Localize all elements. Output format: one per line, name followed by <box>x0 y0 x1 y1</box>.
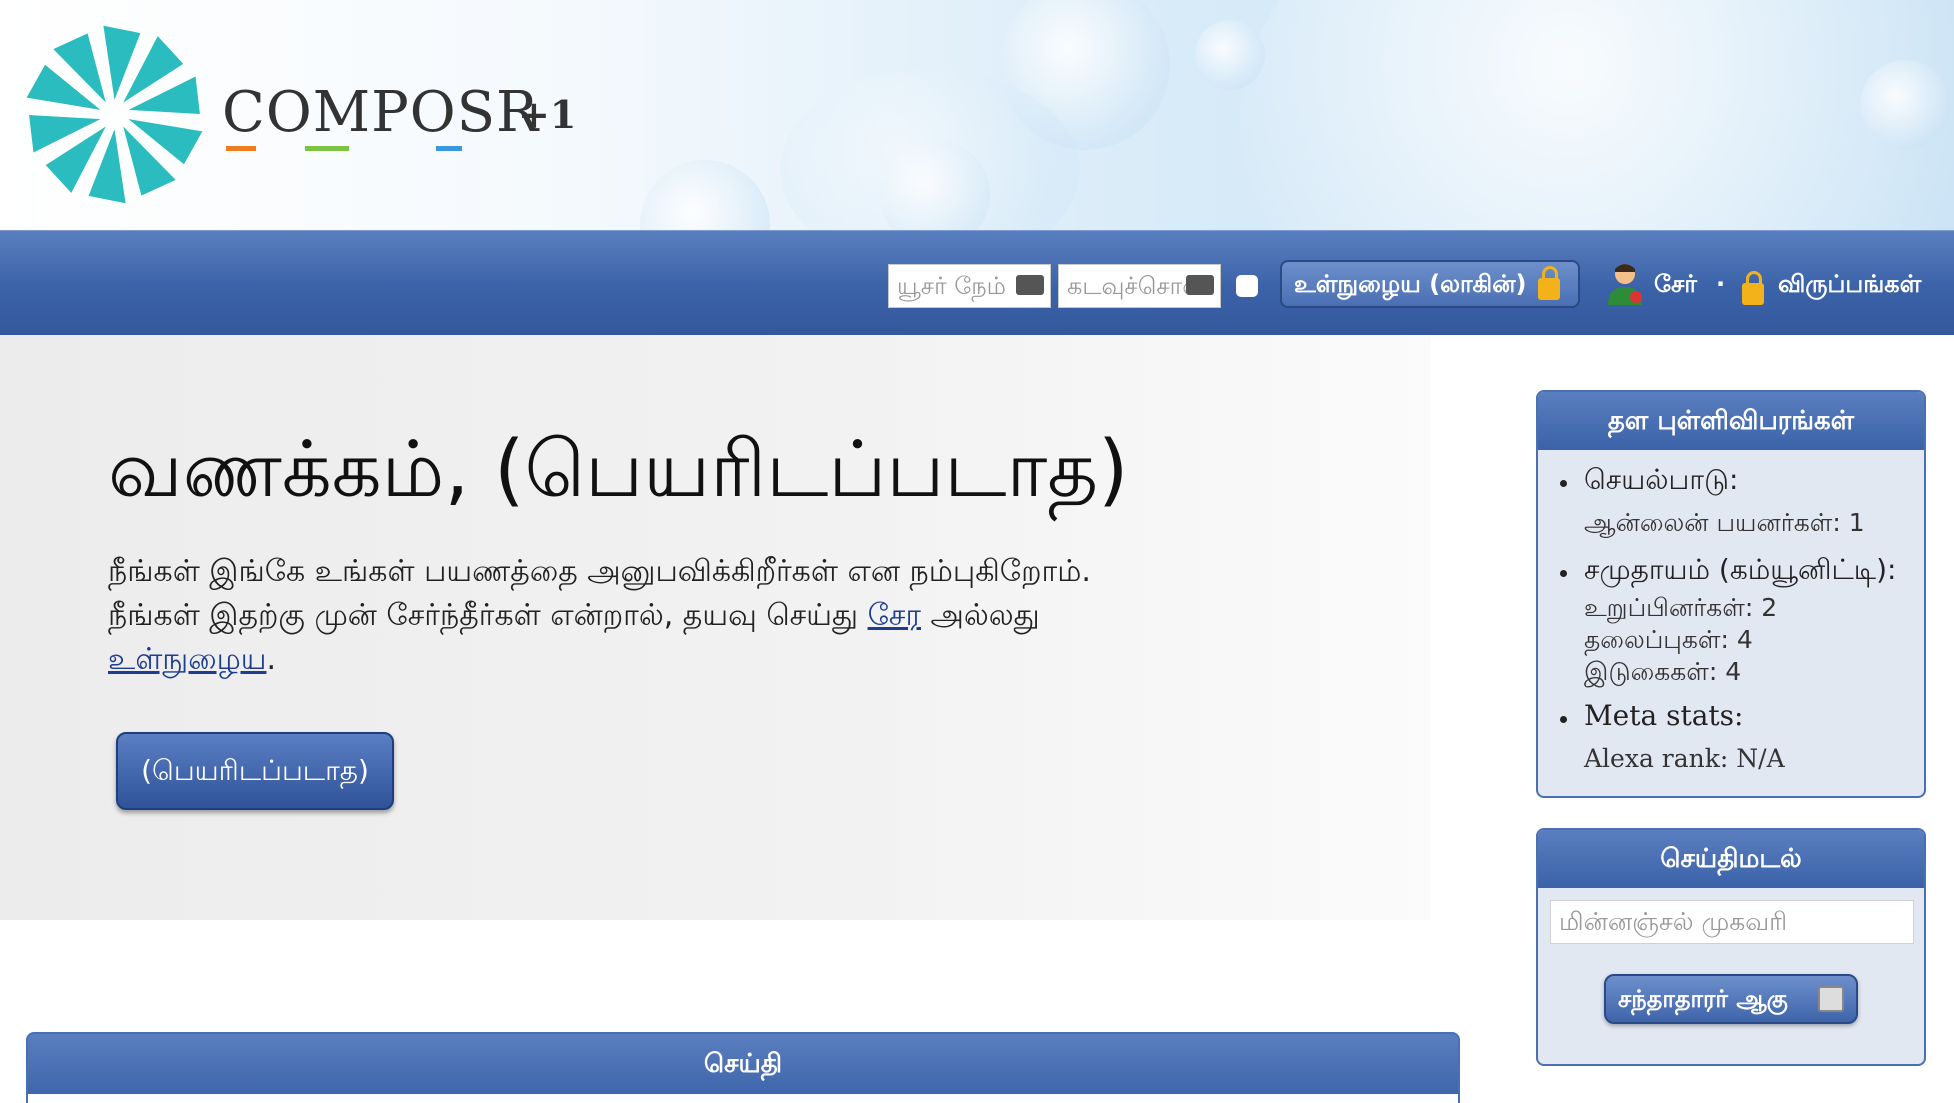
lock-icon <box>1538 266 1560 300</box>
header-banner: COMPOSR +1 <box>0 0 1954 230</box>
newsletter-email-input[interactable]: மின்னஞ்சல் முகவரி <box>1550 900 1914 944</box>
stats-list: செயல்பாடு: ஆன்லைன் பயனர்கள்: 1 சமுதாயம் … <box>1538 450 1924 780</box>
alexa-rank: Alexa rank: N/A <box>1584 744 1785 773</box>
topics-count: தலைப்புகள்: 4 <box>1584 625 1753 654</box>
newsletter-box: செய்திமடல் மின்னஞ்சல் முகவரி சந்தாதாரர் … <box>1536 828 1926 1066</box>
welcome-heading: வணக்கம், (பெயரிடப்படாத) <box>108 425 1129 515</box>
top-nav-bar: யூசர் நேம் கடவுச்சொல் உள்நுழைய (லாகின்) … <box>0 230 1954 335</box>
password-manager-icon[interactable] <box>1186 275 1214 295</box>
news-box: செய்தி <box>26 1032 1460 1103</box>
login-button-label: உள்நுழைய (லாகின்) <box>1294 270 1527 298</box>
username-input[interactable]: யூசர் நேம் <box>888 264 1051 308</box>
community-title: சமுதாயம் (கம்யூனிட்டி): <box>1584 553 1897 586</box>
password-placeholder: கடவுச்சொல் <box>1067 272 1203 300</box>
logo-accent-green <box>305 146 349 151</box>
preferences-link[interactable]: விருப்பங்கள் <box>1778 262 1921 306</box>
decorative-bubble <box>640 160 770 230</box>
site-stats-title: தள புள்ளிவிபரங்கள் <box>1538 392 1924 450</box>
stats-community-item: சமுதாயம் (கம்யூனிட்டி): உறுப்பினர்கள்: 2… <box>1554 548 1910 688</box>
composr-logo-icon[interactable] <box>22 22 207 207</box>
meta-stats-title: Meta stats: <box>1584 699 1744 732</box>
posts-count: இடுகைகள்: 4 <box>1584 657 1742 686</box>
username-placeholder: யூசர் நேம் <box>897 272 1006 300</box>
password-manager-icon[interactable] <box>1016 275 1044 295</box>
news-title: செய்தி <box>703 1049 783 1079</box>
login-button[interactable]: உள்நுழைய (லாகின்) <box>1280 260 1580 308</box>
news-body-top <box>28 1094 1458 1103</box>
password-input[interactable]: கடவுச்சொல் <box>1058 264 1221 308</box>
welcome-line-2-text: நீங்கள் இதற்கு முன் சேர்ந்தீர்கள் என்றால… <box>108 598 868 633</box>
decorative-bubble <box>1860 60 1950 150</box>
remember-me-checkbox[interactable] <box>1236 275 1258 297</box>
site-logo-text[interactable]: COMPOSR <box>222 80 539 145</box>
email-placeholder: மின்னஞ்சல் முகவரி <box>1559 907 1788 936</box>
welcome-hero: வணக்கம், (பெயரிடப்படாத) நீங்கள் இங்கே உங… <box>0 335 1430 920</box>
logo-accent-orange <box>226 146 256 151</box>
welcome-line-2-or: அல்லது <box>920 598 1040 633</box>
subscribe-icon <box>1818 986 1844 1012</box>
stats-meta-item: Meta stats: Alexa rank: N/A <box>1554 694 1910 780</box>
site-logo-plus: +1 <box>518 92 577 137</box>
stats-activity-item: செயல்பாடு: ஆன்லைன் பயனர்கள்: 1 <box>1554 458 1910 544</box>
logo-accent-blue <box>436 146 462 151</box>
welcome-line-3: உள்நுழைய. <box>108 638 1308 682</box>
preferences-lock-icon <box>1742 271 1764 305</box>
welcome-line-end: . <box>266 642 277 677</box>
subscribe-button-label: சந்தாதாரர் ஆகு <box>1618 985 1788 1013</box>
online-users: ஆன்லைன் பயனர்கள்: 1 <box>1584 508 1865 537</box>
nav-separator: · <box>1716 270 1726 298</box>
login-inline-link[interactable]: உள்நுழைய <box>108 642 266 677</box>
join-inline-link[interactable]: சேர <box>868 598 921 633</box>
user-add-icon[interactable] <box>1606 261 1644 305</box>
site-stats-box: தள புள்ளிவிபரங்கள் செயல்பாடு: ஆன்லைன் பய… <box>1536 390 1926 798</box>
welcome-message: நீங்கள் இங்கே உங்கள் பயணத்தை அனுபவிக்கிற… <box>108 550 1308 682</box>
members-count: உறுப்பினர்கள்: 2 <box>1584 593 1778 622</box>
join-link[interactable]: சேர் <box>1654 262 1697 306</box>
welcome-line-1: நீங்கள் இங்கே உங்கள் பயணத்தை அனுபவிக்கிற… <box>108 554 1091 589</box>
activity-title: செயல்பாடு: <box>1584 463 1739 496</box>
welcome-line-2: நீங்கள் இதற்கு முன் சேர்ந்தீர்கள் என்றால… <box>108 594 1308 638</box>
decorative-bubble <box>1195 20 1265 90</box>
decorative-bubble <box>1240 0 1954 230</box>
profile-button[interactable]: (பெயரிடப்படாத) <box>116 732 394 810</box>
newsletter-title: செய்திமடல் <box>1538 830 1924 888</box>
subscribe-button[interactable]: சந்தாதாரர் ஆகு <box>1604 974 1858 1024</box>
